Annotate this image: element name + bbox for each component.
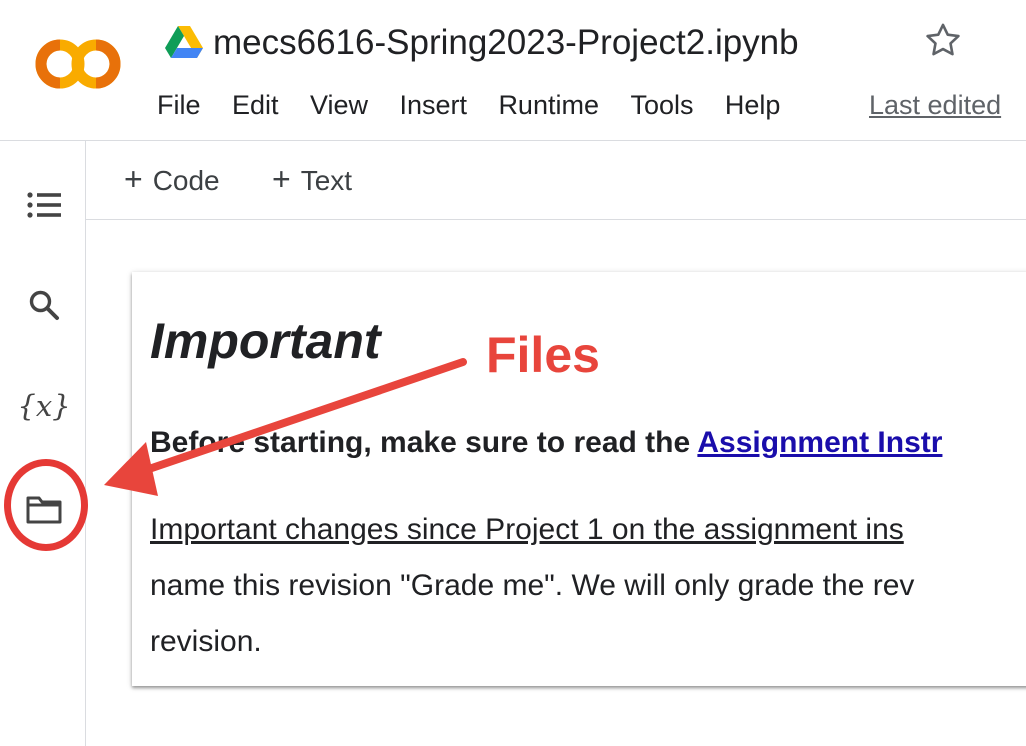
left-sidebar: {x} (0, 141, 88, 746)
add-text-button[interactable]: + Text (272, 161, 352, 199)
table-of-contents-icon[interactable] (22, 183, 66, 227)
menu-file[interactable]: File (157, 86, 201, 124)
instructions-text: Before starting, make sure to read the (150, 426, 698, 459)
menu-edit[interactable]: Edit (232, 86, 279, 124)
menu-runtime[interactable]: Runtime (498, 86, 599, 124)
plus-icon: + (124, 161, 143, 197)
add-code-button[interactable]: + Code (124, 161, 220, 199)
menu-bar: File Edit View Insert Runtime Tools Help (157, 86, 807, 126)
files-highlight-circle (4, 459, 88, 551)
variables-icon[interactable]: {x} (17, 384, 70, 428)
colab-logo[interactable] (30, 34, 124, 94)
plus-icon: + (272, 161, 291, 197)
google-drive-icon[interactable] (165, 26, 203, 58)
star-icon[interactable] (922, 20, 964, 62)
top-header: mecs6616-Spring2023-Project2.ipynb File … (0, 0, 1026, 141)
last-edited-link[interactable]: Last edited (869, 86, 1001, 124)
paragraph-line-2: name this revision "Grade me". We will o… (150, 569, 915, 602)
assignment-instructions-link[interactable]: Assignment Instr (697, 426, 942, 459)
search-icon[interactable] (22, 283, 66, 327)
files-annotation-label: Files (486, 327, 600, 383)
paragraph-line-3: revision. (150, 625, 262, 658)
menu-help[interactable]: Help (725, 86, 781, 124)
cell-instructions-line: Before starting, make sure to read the A… (150, 426, 942, 460)
notebook-title[interactable]: mecs6616-Spring2023-Project2.ipynb (213, 18, 799, 68)
add-text-label: Text (300, 165, 353, 196)
cell-toolbar: + Code + Text (86, 141, 1026, 220)
cell-paragraph: Important changes since Project 1 on the… (150, 502, 914, 670)
menu-tools[interactable]: Tools (630, 86, 693, 124)
add-code-label: Code (152, 165, 220, 196)
important-changes-link[interactable]: Important changes since Project 1 on the… (150, 502, 914, 558)
menu-view[interactable]: View (310, 86, 368, 124)
menu-insert[interactable]: Insert (399, 86, 467, 124)
cell-heading: Important (150, 313, 381, 369)
